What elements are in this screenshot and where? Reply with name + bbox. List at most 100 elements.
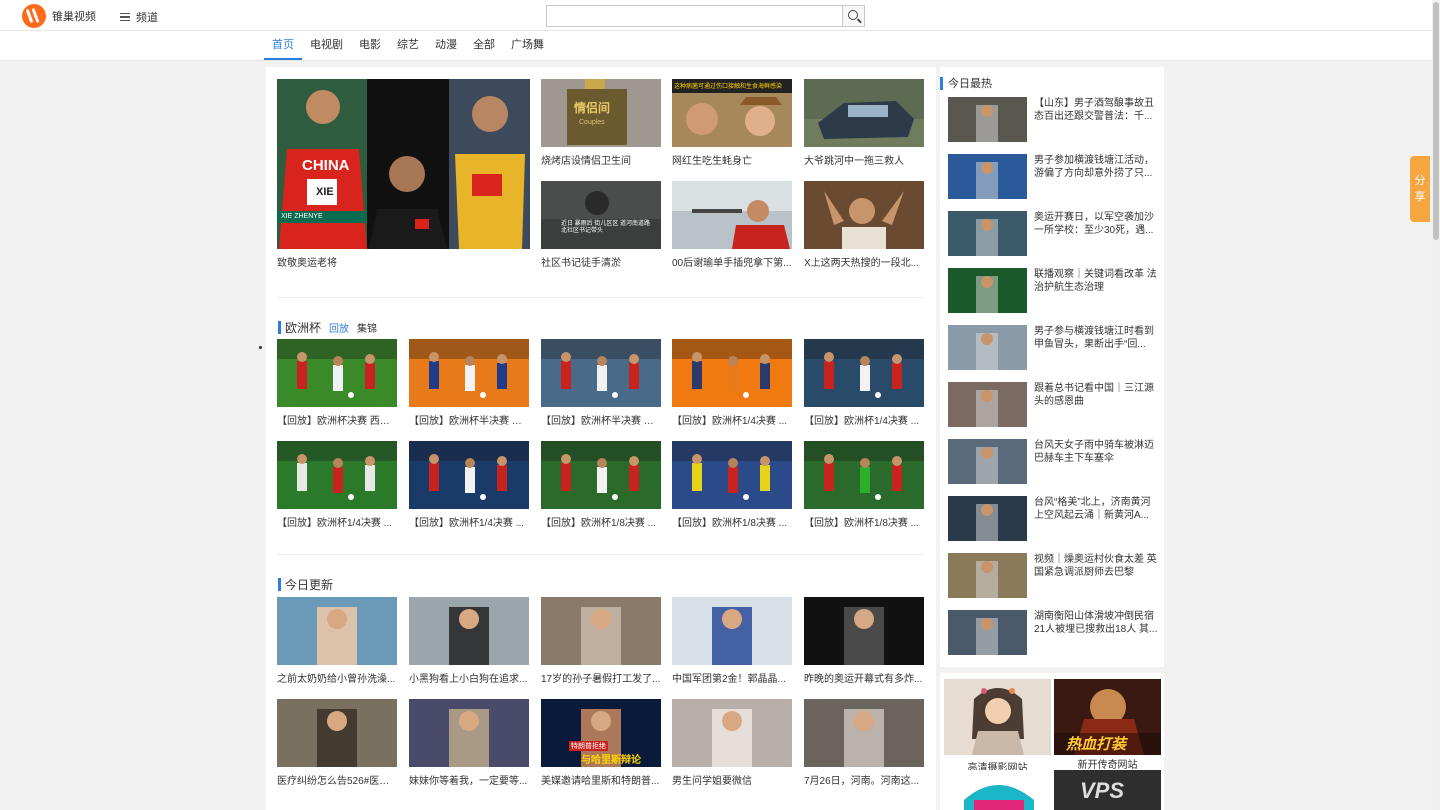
hot-list-item[interactable]: 奥运开赛日，以军空袭加沙一所学校：至少30死，遇...	[948, 211, 1158, 257]
hot-list-item[interactable]: 联播观察｜关键词看改革 法治护航生态治理	[948, 268, 1158, 314]
euro-video-caption[interactable]: 【回放】欧洲杯半决赛 荷...	[409, 412, 529, 427]
hot-list-item[interactable]: 台风“格美”北上，济南黄河上空风起云涌｜新黄河A...	[948, 496, 1158, 542]
euro-video-caption[interactable]: 【回放】欧洲杯1/4决赛 ...	[277, 514, 397, 529]
scrollbar-thumb[interactable]	[1433, 2, 1439, 240]
featured-thumbnail[interactable]: 情侣间 Couples	[541, 79, 661, 147]
nav-tv-series[interactable]: 电视剧	[302, 31, 351, 60]
today-video-thumbnail[interactable]	[277, 597, 397, 665]
ad-panel: 高清摄影网站 热血打装 新开传奇网站 VPS	[940, 673, 1164, 810]
menu-icon	[120, 13, 130, 21]
nav-all[interactable]: 全部	[465, 31, 503, 60]
nav-anime[interactable]: 动漫	[427, 31, 465, 60]
search-icon	[848, 10, 858, 20]
today-video-caption[interactable]: 昨晚的奥运开幕式有多炸...	[804, 670, 924, 685]
euro-section-header: 欧洲杯 回放 集锦	[278, 319, 377, 336]
featured-caption[interactable]: 大爷跳河中一拖三救人	[804, 152, 924, 167]
logo[interactable]: 锥巢视频	[22, 4, 96, 28]
nav-variety[interactable]: 综艺	[389, 31, 427, 60]
today-video-thumbnail[interactable]	[409, 597, 529, 665]
euro-video-thumbnail[interactable]	[541, 441, 661, 509]
today-section-title: 今日更新	[285, 578, 334, 592]
euro-video-thumbnail[interactable]	[409, 441, 529, 509]
today-video-caption[interactable]: 17岁的孙子暑假打工发了...	[541, 670, 661, 685]
euro-video-caption[interactable]: 【回放】欧洲杯半决赛 西...	[541, 412, 661, 427]
channel-label: 频道	[136, 12, 158, 24]
share-label: 分享	[1414, 175, 1426, 203]
euro-section-title: 欧洲杯	[285, 321, 322, 335]
euro-video-thumbnail[interactable]	[541, 339, 661, 407]
featured-banner-text: 这种病菌可通过伤口接触和生食海鲜感染	[674, 84, 783, 90]
euro-video-caption[interactable]: 【回放】欧洲杯1/8决赛 ...	[541, 514, 661, 529]
featured-caption[interactable]: 社区书记徒手清淤	[541, 254, 661, 269]
euro-video-thumbnail[interactable]	[804, 339, 924, 407]
hot-sidebar-title: 今日最热	[948, 78, 992, 90]
share-button[interactable]: 分享	[1410, 156, 1430, 222]
hot-list-item[interactable]: 跟着总书记看中国｜三江源头的感恩曲	[948, 382, 1158, 428]
euro-video-caption[interactable]: 【回放】欧洲杯1/4决赛 ...	[409, 514, 529, 529]
today-video-caption[interactable]: 之前太奶奶给小曾孙洗澡...	[277, 670, 397, 685]
tab-highlights[interactable]: 集锦	[357, 320, 377, 335]
today-video-caption[interactable]: 美媒邀请哈里斯和特朗普...	[541, 772, 661, 787]
today-video-thumbnail[interactable]	[804, 699, 924, 767]
today-video-thumbnail[interactable]	[804, 597, 924, 665]
today-video-thumbnail[interactable]	[672, 699, 792, 767]
logo-text: 锥巢视频	[52, 11, 96, 23]
euro-video-thumbnail[interactable]	[277, 441, 397, 509]
hot-item-title: 台风“格美”北上，济南黄河上空风起云涌｜新黄河A...	[1034, 497, 1151, 521]
euro-video-caption[interactable]: 【回放】欧洲杯1/4决赛 ...	[804, 412, 924, 427]
today-video-caption[interactable]: 中国军团第2金！郭晶晶...	[672, 670, 792, 685]
hot-list-item[interactable]: 【山东】男子酒驾酿事故丑态百出还跟交警普法：千...	[948, 97, 1158, 143]
ad-item[interactable]: 高清摄影网站	[944, 679, 1051, 774]
today-video-thumbnail[interactable]	[672, 597, 792, 665]
today-video-caption[interactable]: 医疗纠纷怎么告526#医美...	[277, 772, 397, 787]
scrollbar[interactable]	[1432, 0, 1440, 810]
hot-list-item[interactable]: 男子参与横渡钱塘江时看到甲鱼冒头，果断出手“回...	[948, 325, 1158, 371]
hot-list-item[interactable]: 湖南衡阳山体滑坡冲倒民宿21人被埋已搜救出18人 其...	[948, 610, 1158, 656]
hot-item-thumbnail	[948, 325, 1027, 370]
hot-list-item[interactable]: 视频｜燥奥运村伙食太差 英国紧急调派厨师去巴黎	[948, 553, 1158, 599]
featured-thumbnail[interactable]	[672, 181, 792, 249]
ad-item[interactable]: 热血打装 新开传奇网站	[1054, 679, 1161, 771]
featured-thumbnail[interactable]	[804, 181, 924, 249]
euro-video-caption[interactable]: 【回放】欧洲杯1/8决赛 ...	[672, 514, 792, 529]
ad-item[interactable]	[944, 770, 1051, 810]
search-input[interactable]	[547, 6, 842, 26]
section-accent-bar	[940, 76, 943, 90]
today-video-thumbnail[interactable]: 特朗普拒绝 与哈里斯辩论	[541, 699, 661, 767]
nav-movies[interactable]: 电影	[351, 31, 389, 60]
hot-list-item[interactable]: 男子参加横渡钱塘江活动，游偏了方向却意外捞了只...	[948, 154, 1158, 200]
featured-main-caption[interactable]: 致敬奥运老将	[277, 254, 530, 269]
featured-caption[interactable]: 烧烤店设情侣卫生间	[541, 152, 661, 167]
nav-home[interactable]: 首页	[264, 31, 302, 60]
search-button[interactable]	[842, 6, 864, 26]
featured-main-thumbnail[interactable]: CHINA XIE XIE ZHENYE	[277, 79, 530, 249]
section-divider	[277, 297, 924, 298]
today-video-caption[interactable]: 男生问学姐要微信	[672, 772, 792, 787]
featured-caption[interactable]: 网红生吃生蚝身亡	[672, 152, 792, 167]
euro-video-thumbnail[interactable]	[672, 339, 792, 407]
euro-video-thumbnail[interactable]	[804, 441, 924, 509]
today-video-caption[interactable]: 7月26日，河南。河南这...	[804, 772, 924, 787]
featured-thumbnail[interactable]: 近日 暴雨后 街儿区区 道河南道路北社区书记带头	[541, 181, 661, 249]
ad-item[interactable]: VPS	[1054, 770, 1161, 810]
featured-caption[interactable]: 00后谢瑜单手插兜拿下第...	[672, 254, 792, 269]
euro-video-caption[interactable]: 【回放】欧洲杯决赛 西班...	[277, 412, 397, 427]
euro-video-thumbnail[interactable]	[672, 441, 792, 509]
nav-square-dance[interactable]: 广场舞	[503, 31, 552, 60]
today-video-caption[interactable]: 妹妹你等着我，一定要等...	[409, 772, 529, 787]
tab-replay[interactable]: 回放	[329, 320, 349, 335]
today-video-thumbnail[interactable]	[277, 699, 397, 767]
hot-list-item[interactable]: 台风天女子雨中骑车被淋迈巴赫车主下车塞伞	[948, 439, 1158, 485]
today-video-thumbnail[interactable]	[409, 699, 529, 767]
channel-menu-button[interactable]: 频道	[120, 9, 158, 25]
euro-video-caption[interactable]: 【回放】欧洲杯1/8决赛 ...	[804, 514, 924, 529]
featured-caption[interactable]: X上这两天热搜的一段北...	[804, 254, 924, 269]
featured-thumbnail[interactable]	[804, 79, 924, 147]
euro-video-thumbnail[interactable]	[277, 339, 397, 407]
featured-thumbnail[interactable]: 这种病菌可通过伤口接触和生食海鲜感染	[672, 79, 792, 147]
euro-video-thumbnail[interactable]	[409, 339, 529, 407]
today-video-thumbnail[interactable]	[541, 597, 661, 665]
euro-video-caption[interactable]: 【回放】欧洲杯1/4决赛 ...	[672, 412, 792, 427]
top-header: 锥巢视频 频道	[0, 0, 1432, 31]
today-video-caption[interactable]: 小黑狗看上小白狗在追求...	[409, 670, 529, 685]
